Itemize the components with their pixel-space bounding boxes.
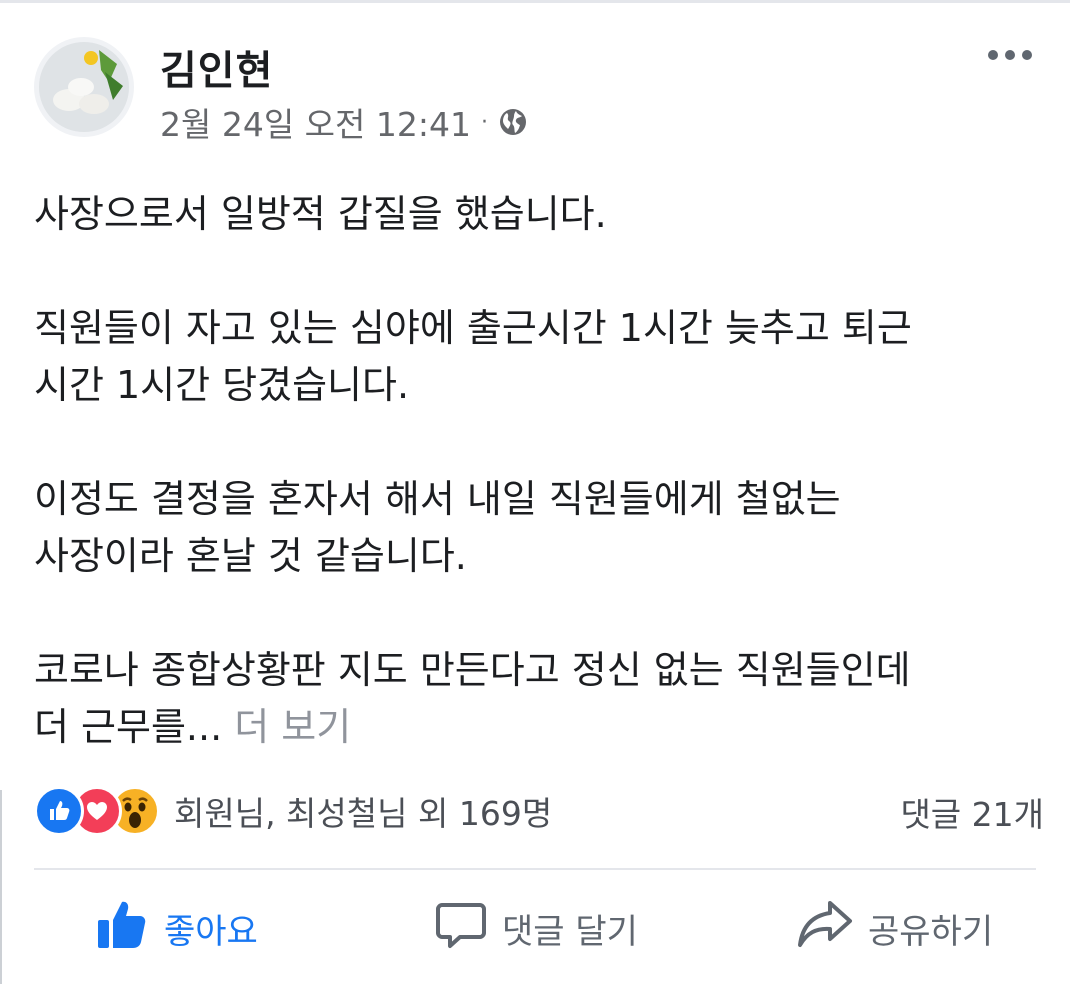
comment-count[interactable]: 댓글 21개 <box>900 788 1044 836</box>
thumbs-up-icon <box>94 896 150 961</box>
post-timestamp[interactable]: 2월 24일 오전 12:41 <box>160 98 471 146</box>
post-text: 사장으로서 일방적 갑질을 했습니다. 직원들이 자고 있는 심야에 출근시간 … <box>34 186 1034 756</box>
post-paragraph: 이정도 결정을 혼자서 해서 내일 직원들에게 철없는 사장이라 혼날 것 같습… <box>34 477 841 578</box>
globe-icon[interactable] <box>498 107 528 137</box>
reaction-icons <box>34 786 160 836</box>
like-reaction-icon <box>34 786 84 836</box>
comment-bubble-icon <box>434 897 488 960</box>
post-meta: 2월 24일 오전 12:41 · <box>160 100 528 144</box>
share-button[interactable]: 공유하기 <box>796 896 993 960</box>
avatar-image <box>39 42 129 132</box>
comment-button[interactable]: 댓글 달기 <box>434 896 638 960</box>
left-edge-line <box>0 790 2 984</box>
more-dot <box>1022 50 1032 60</box>
top-divider <box>0 0 1070 3</box>
see-more-link[interactable]: 더 보기 <box>222 705 351 749</box>
post-paragraph-truncated: 코로나 종합상황판 지도 만든다고 정신 없는 직원들인데 더 근무를... <box>34 648 911 749</box>
share-label: 공유하기 <box>868 911 994 952</box>
like-button[interactable]: 좋아요 <box>94 896 258 960</box>
post-paragraph-last: 코로나 종합상황판 지도 만든다고 정신 없는 직원들인데 더 근무를... 더… <box>34 642 1034 756</box>
reaction-summary-text: 회원님, 최성철님 외 169명 <box>174 794 553 833</box>
avatar[interactable] <box>34 37 134 137</box>
meta-separator: · <box>481 109 488 135</box>
reactions-summary[interactable]: 회원님, 최성철님 외 169명 <box>34 786 552 836</box>
post-paragraph: 직원들이 자고 있는 심야에 출근시간 1시간 늦추고 퇴근 시간 1시간 당겼… <box>34 306 912 407</box>
post-paragraph: 사장으로서 일방적 갑질을 했습니다. <box>34 192 607 236</box>
more-dot <box>988 50 998 60</box>
author-name[interactable]: 김인현 <box>160 38 273 96</box>
more-options-button[interactable] <box>982 38 1038 72</box>
like-label: 좋아요 <box>164 911 258 952</box>
actions-divider <box>34 868 1036 870</box>
more-dot <box>1005 50 1015 60</box>
share-arrow-icon <box>796 897 854 960</box>
comment-label: 댓글 달기 <box>502 911 638 952</box>
